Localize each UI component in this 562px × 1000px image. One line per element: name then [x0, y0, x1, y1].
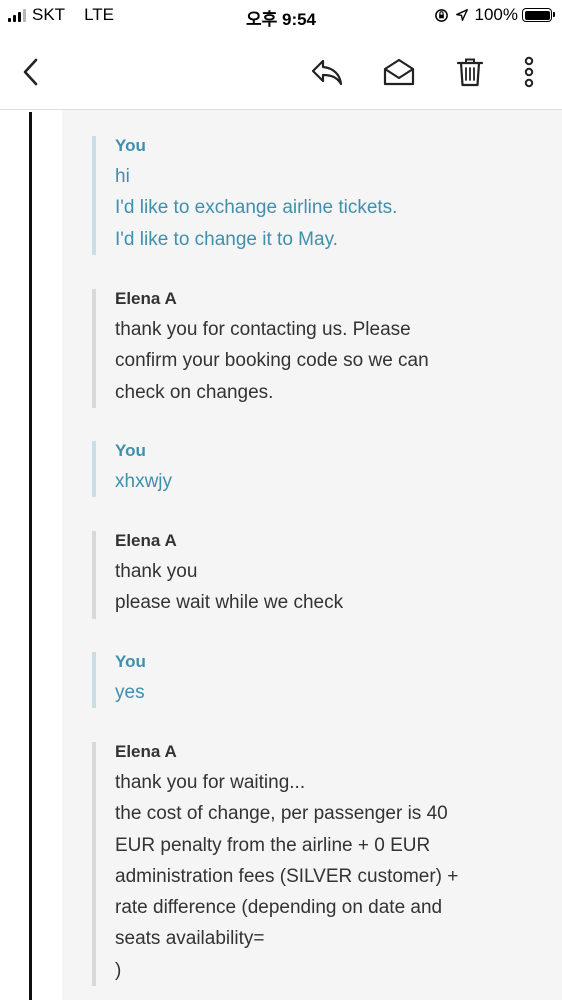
message-line: thank you: [115, 561, 198, 582]
message-line: check on changes.: [115, 381, 274, 403]
message-line: thank you for contacting us. Please: [115, 319, 411, 340]
orientation-lock-icon: [434, 8, 449, 23]
envelope-open-icon: [383, 58, 415, 86]
message-line: xhxwjy: [115, 471, 173, 492]
message-line: hi: [115, 166, 130, 187]
outer-quote-bar: [29, 112, 32, 1000]
chat-message-you: You hi I'd like to exchange airline tick…: [92, 136, 397, 255]
back-button[interactable]: [11, 52, 51, 92]
message-line: yes: [115, 682, 145, 703]
message-line: I'd like to change it to May.: [115, 228, 338, 250]
status-bar: SKT LTE 오후 9:54 100%: [0, 0, 562, 32]
battery-label: 100%: [474, 5, 518, 24]
reply-icon: [311, 59, 343, 86]
chevron-left-icon: [23, 58, 38, 86]
message-line: ): [115, 959, 122, 981]
message-line: rate difference (depending on date and: [115, 897, 443, 919]
battery-icon: [522, 8, 555, 22]
status-right: 100%: [434, 5, 555, 25]
message-line: EUR penalty from the airline + 0 EUR: [115, 834, 431, 856]
delete-button[interactable]: [450, 52, 490, 92]
chat-message-you: You xhxwjy: [92, 441, 173, 498]
message-sender: You: [115, 652, 146, 671]
message-line: the cost of change, per passenger is 40: [115, 803, 448, 825]
message-line: seats availability=: [115, 928, 265, 950]
mark-unread-button[interactable]: [379, 52, 419, 92]
reply-button[interactable]: [307, 52, 347, 92]
chat-message-you: You yes: [92, 652, 146, 709]
mail-toolbar: [0, 32, 562, 110]
chat-message-agent: Elena A thank you for contacting us. Ple…: [92, 289, 429, 408]
message-line: please wait while we check: [115, 592, 344, 614]
trash-icon: [456, 58, 484, 87]
message-line: I'd like to exchange airline tickets.: [115, 197, 398, 219]
email-body[interactable]: You hi I'd like to exchange airline tick…: [0, 110, 562, 1000]
message-sender: Elena A: [115, 742, 177, 761]
message-line: thank you for waiting...: [115, 772, 306, 793]
chat-message-agent: Elena A thank you please wait while we c…: [92, 531, 343, 619]
more-button[interactable]: [509, 52, 549, 92]
message-sender: Elena A: [115, 289, 177, 308]
message-line: administration fees (SILVER customer) +: [115, 865, 459, 887]
message-sender: You: [115, 136, 146, 155]
chat-message-agent: Elena A thank you for waiting... the cos…: [92, 742, 459, 987]
message-line: confirm your booking code so we can: [115, 350, 429, 372]
location-arrow-icon: [455, 8, 469, 22]
message-sender: You: [115, 441, 146, 460]
more-vertical-icon: [524, 56, 534, 88]
message-sender: Elena A: [115, 531, 177, 550]
